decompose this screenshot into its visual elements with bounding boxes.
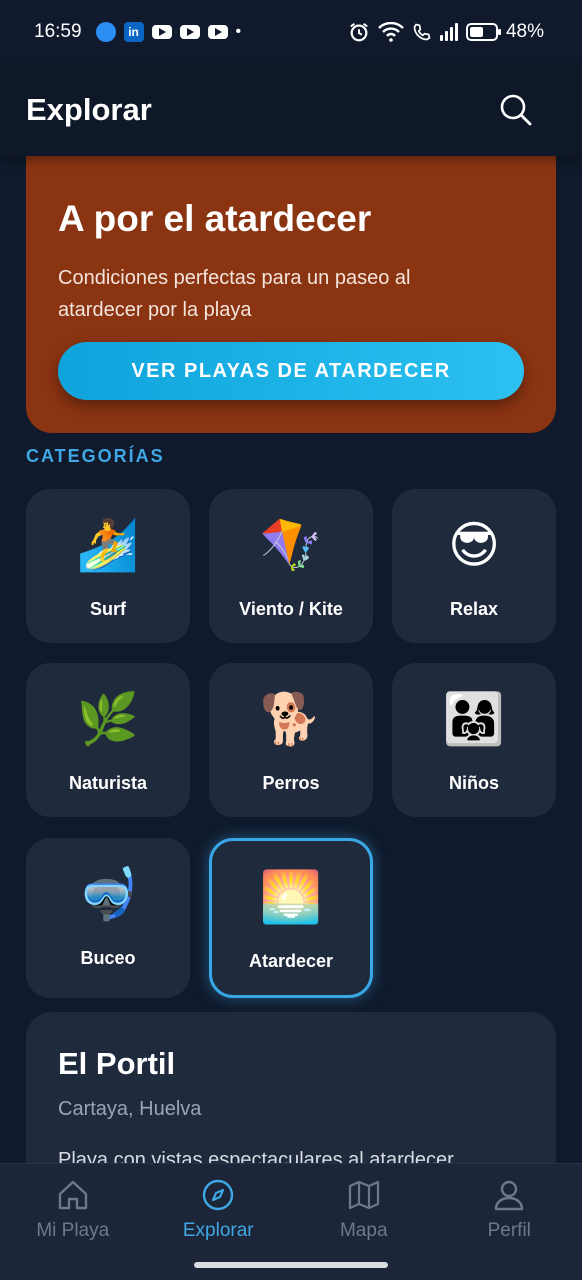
nav-label: Mi Playa [36,1220,110,1241]
diving-mask-icon: 🤿 [76,866,140,922]
battery-icon [465,23,501,41]
compass-icon [203,1179,234,1211]
kite-icon: 🪁 [259,517,323,573]
category-label: Atardecer [248,951,334,971]
home-icon [58,1180,87,1210]
page-title: Explorar [26,92,152,127]
person-icon [495,1180,524,1211]
status-bar: 16:59 in • 48% [0,0,582,64]
youtube-icon [207,25,228,39]
linkedin-icon: in [123,22,144,42]
youtube-icon [179,25,200,39]
view-sunset-beaches-button[interactable]: VER PLAYAS DE ATARDECER [58,342,524,400]
nav-label: Explorar [182,1220,254,1241]
nav-item-mi-playa[interactable]: Mi Playa [8,1178,138,1280]
category-wind-kite[interactable]: 🪁 Viento / Kite [209,489,373,643]
category-dogs[interactable]: 🐕 Perros [209,663,373,817]
nav-label: Mapa [339,1220,388,1241]
category-label: Viento / Kite [239,599,343,619]
wifi-icon [378,22,404,42]
category-sunset[interactable]: 🌅 Atardecer [209,838,373,998]
category-label: Relax [449,599,499,619]
dog-icon: 🐕 [259,691,323,747]
family-icon: 👨‍👩‍👧 [442,691,506,747]
category-diving[interactable]: 🤿 Buceo [26,838,190,998]
category-label: Buceo [80,948,136,968]
beach-name: El Portil [58,1046,176,1081]
status-right: 48% [348,21,544,43]
map-icon [348,1180,379,1210]
nav-item-perfil[interactable]: Perfil [444,1178,574,1280]
more-notifications-icon: • [235,23,242,40]
category-naturist[interactable]: 🌿 Naturista [26,663,190,817]
category-surf[interactable]: 🏄 Surf [26,489,190,643]
status-left: 16:59 in • [34,21,241,43]
promo-description: Condiciones perfectas para un paseo al a… [58,267,411,321]
home-indicator[interactable] [194,1262,388,1268]
categories-heading: CATEGORÍAS [26,446,165,466]
search-icon [500,94,532,126]
alarm-icon [350,22,368,42]
category-kids[interactable]: 👨‍👩‍👧 Niños [392,663,556,817]
sunglasses-face-icon: 😎 [447,517,501,573]
youtube-icon [151,25,172,39]
sunset-promo-card: A por el atardecer Condiciones perfectas… [26,150,556,433]
search-button[interactable] [496,90,536,130]
promo-title: A por el atardecer [58,198,372,239]
beach-location: Cartaya, Huelva [58,1098,202,1120]
category-label: Niños [448,773,499,793]
call-icon [413,23,431,41]
category-label: Naturista [68,773,148,793]
surfer-icon: 🏄 [76,517,140,573]
category-label: Surf [90,599,126,619]
status-time: 16:59 [34,21,82,42]
category-label: Perros [262,773,320,793]
app-header: Explorar [0,64,582,156]
cloud-icon [95,22,116,42]
herb-icon: 🌿 [76,691,140,747]
category-relax[interactable]: 😎 Relax [392,489,556,643]
nav-label: Perfil [487,1220,531,1241]
sunset-icon: 🌅 [259,869,323,925]
battery-percent: 48% [505,21,544,42]
signal-icon [439,23,458,41]
